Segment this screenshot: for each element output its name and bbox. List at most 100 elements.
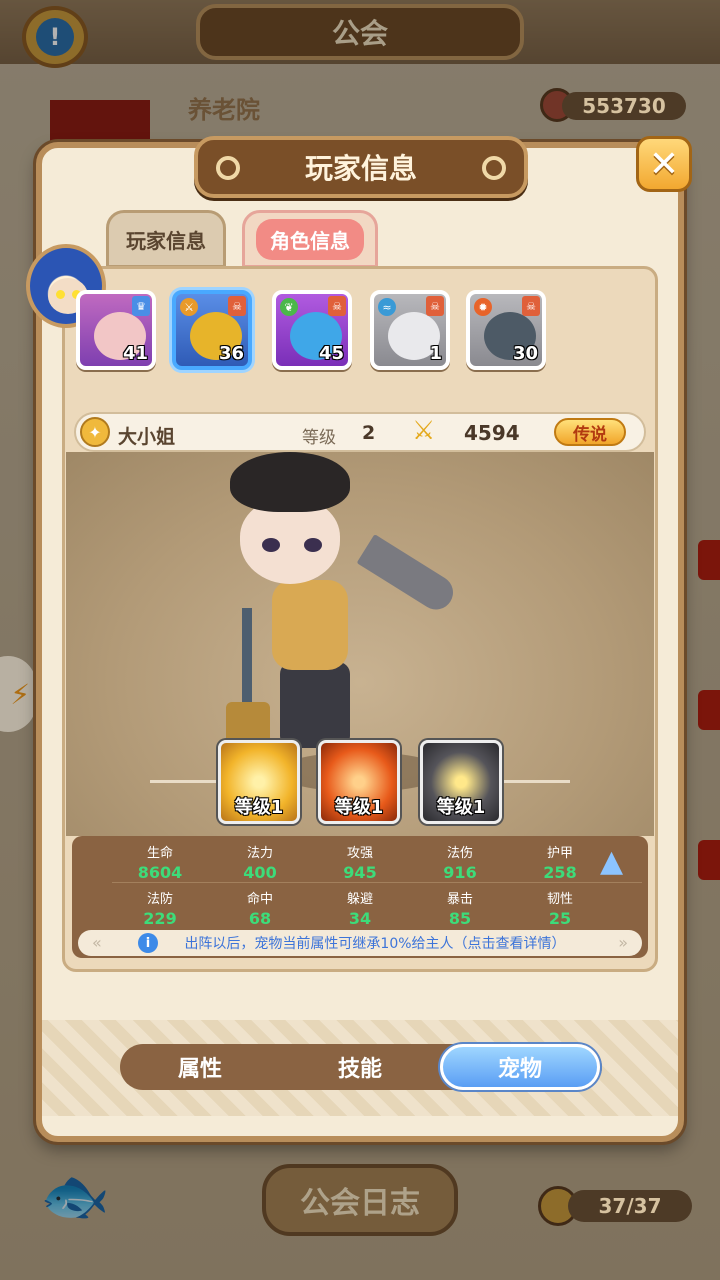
close-button[interactable]: ✕ <box>636 136 692 192</box>
swirl-right-icon: » <box>618 933 628 952</box>
power-icon: ⚔ <box>412 416 436 446</box>
swirl-left-icon: « <box>92 933 102 952</box>
skull-badge-icon: ☠ <box>328 296 346 316</box>
stat-value: 258 <box>543 863 577 882</box>
close-icon: ✕ <box>648 143 680 185</box>
right-flag-3 <box>698 840 720 880</box>
dialog-title-bar: 玩家信息 <box>194 136 528 198</box>
tab-skills-label: 技能 <box>337 1057 382 1082</box>
pet-slot-1[interactable]: ♛ 41 <box>76 290 156 370</box>
tab-role-info[interactable]: 角色信息 <box>242 210 378 268</box>
stat-value: 229 <box>143 909 177 928</box>
stat-crit: 暴击 85 <box>410 888 510 928</box>
hero-info-bar: ✦ 大小姐 等级 2 ⚔ 4594 传说 <box>74 412 646 452</box>
info-icon: i <box>138 933 158 953</box>
stat-hit: 命中 68 <box>210 888 310 928</box>
stat-label: 生命 <box>146 846 173 861</box>
hero-blade <box>356 534 460 616</box>
tab-skills[interactable]: 技能 <box>280 1044 440 1090</box>
stat-value: 945 <box>343 863 377 882</box>
pet-level: 41 <box>122 343 148 364</box>
inherit-tip-bar[interactable]: « i 出阵以后，宠物当前属性可继承10%给主人（点击查看详情） » <box>78 930 642 956</box>
guild-journal-button[interactable]: 公会日志 <box>262 1164 458 1236</box>
stat-value: 916 <box>443 863 477 882</box>
skill-level: 等级1 <box>436 797 486 818</box>
water-element-icon: ≈ <box>378 298 396 316</box>
skill-slot-2[interactable]: 等级1 <box>318 740 400 824</box>
swirl-right-icon <box>482 156 506 180</box>
stat-magic-defense: 法防 229 <box>110 888 210 928</box>
stat-label: 韧性 <box>546 892 573 907</box>
stats-divider <box>112 882 642 883</box>
rarity-button[interactable]: 传说 <box>554 418 626 446</box>
stat-label: 护甲 <box>546 846 573 861</box>
stat-attack: 攻强 945 <box>310 842 410 882</box>
stat-magic-damage: 法伤 916 <box>410 842 510 882</box>
stat-label: 暴击 <box>446 892 473 907</box>
pet-level: 36 <box>218 343 244 364</box>
stat-label: 法力 <box>246 846 273 861</box>
star-icon: ✦ <box>80 417 110 447</box>
skill-slot-3[interactable]: 等级1 <box>420 740 502 824</box>
sword-element-icon: ⚔ <box>180 298 198 316</box>
guild-score: 553730 <box>562 92 686 120</box>
hero-body <box>272 580 348 670</box>
background-header-title: 公会 <box>196 4 524 60</box>
stat-hp: 生命 8604 <box>110 842 210 882</box>
exclamation-icon: ! <box>36 18 74 56</box>
swirl-left-icon <box>216 156 240 180</box>
stat-label: 攻强 <box>346 846 373 861</box>
pet-level: 45 <box>318 343 344 364</box>
stat-label: 法防 <box>146 892 173 907</box>
pet-level: 30 <box>512 343 538 364</box>
tab-player-info-label: 玩家信息 <box>126 228 206 253</box>
skill-slot-1[interactable]: 等级1 <box>218 740 300 824</box>
skull-badge-icon: ☠ <box>522 296 540 316</box>
skull-badge-icon: ☠ <box>426 296 444 316</box>
tab-attributes[interactable]: 属性 <box>120 1044 280 1090</box>
stat-dodge: 躲避 34 <box>310 888 410 928</box>
right-flag-2 <box>698 690 720 730</box>
crown-icon: ♛ <box>132 296 150 316</box>
hero-level: 2 <box>362 422 376 444</box>
stat-value: 25 <box>548 909 572 928</box>
fire-element-icon: ✹ <box>474 298 492 316</box>
stat-mana: 法力 400 <box>210 842 310 882</box>
tab-player-info[interactable]: 玩家信息 <box>106 210 226 268</box>
tab-role-info-label: 角色信息 <box>256 218 364 260</box>
stat-value: 400 <box>243 863 277 882</box>
hero-power: 4594 <box>464 421 520 445</box>
skill-level: 等级1 <box>334 797 384 818</box>
tab-pets-label: 宠物 <box>497 1057 542 1082</box>
hero-level-label: 等级 <box>302 428 336 448</box>
stat-toughness: 韧性 25 <box>510 888 610 928</box>
tab-attributes-label: 属性 <box>177 1057 222 1082</box>
right-flag-1 <box>698 540 720 580</box>
skill-divider-left <box>150 780 218 783</box>
avatar-eye-left <box>56 290 65 299</box>
stat-label: 法伤 <box>446 846 473 861</box>
dialog-title: 玩家信息 <box>304 152 417 185</box>
hero-name: 大小姐 <box>118 426 176 448</box>
stat-armor: 护甲 258 <box>510 842 610 882</box>
pet-level: 1 <box>429 343 442 364</box>
leaf-element-icon: ❦ <box>280 298 298 316</box>
pet-slot-4[interactable]: ≈ ☠ 1 <box>370 290 450 370</box>
stat-value: 8604 <box>137 863 183 882</box>
stat-label: 躲避 <box>346 892 373 907</box>
stat-label: 命中 <box>246 892 273 907</box>
fishbone-icon[interactable]: 🐟 <box>40 1168 136 1226</box>
stat-value: 68 <box>248 909 272 928</box>
pet-slot-3[interactable]: ❦ ☠ 45 <box>272 290 352 370</box>
stat-value: 85 <box>448 909 472 928</box>
expand-triangle-icon[interactable]: ▲ <box>600 847 634 877</box>
tab-pets[interactable]: 宠物 <box>440 1044 600 1090</box>
guild-name: 养老院 <box>188 96 260 124</box>
skill-divider-right <box>502 780 570 783</box>
alert-button[interactable]: ! <box>22 6 88 68</box>
pet-slot-5[interactable]: ✹ ☠ 30 <box>466 290 546 370</box>
skill-level: 等级1 <box>234 797 284 818</box>
pet-slot-2[interactable]: ⚔ ☠ 36 <box>172 290 252 370</box>
hero-legs <box>280 662 350 748</box>
skull-badge-icon: ☠ <box>228 296 246 316</box>
